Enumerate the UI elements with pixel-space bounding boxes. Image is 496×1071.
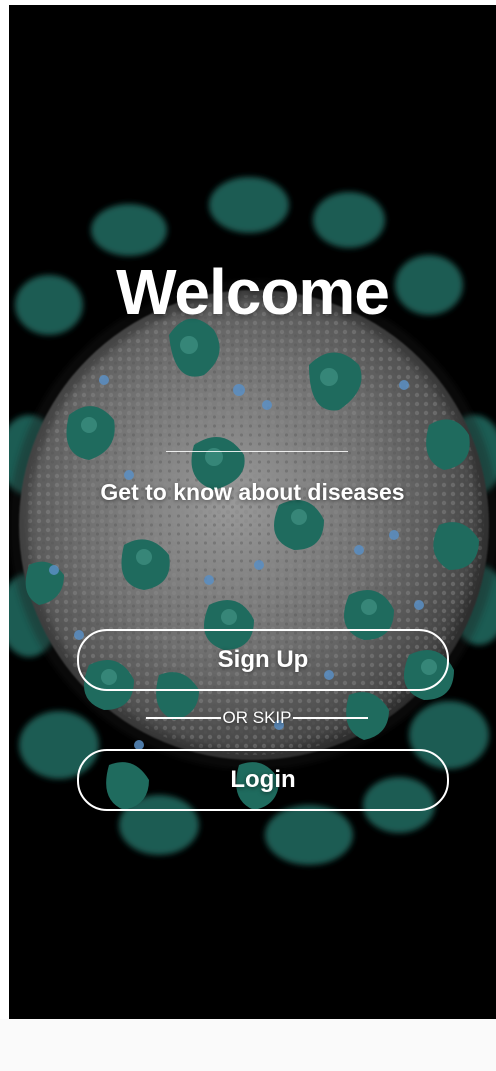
or-skip-divider: OR SKIP (146, 707, 368, 729)
welcome-title: Welcome (116, 256, 390, 328)
sign-up-button[interactable]: Sign Up (77, 629, 449, 691)
login-button[interactable]: Login (77, 749, 449, 811)
or-skip-left-line (146, 717, 221, 719)
title-divider (166, 451, 348, 452)
or-skip-right-line (293, 717, 368, 719)
welcome-subtitle: Get to know about diseases (100, 479, 405, 505)
bottom-navigation-bar (0, 1019, 496, 1071)
or-skip-text: OR SKIP (222, 708, 292, 727)
coronavirus-background-image (9, 177, 496, 865)
login-label: Login (230, 766, 296, 793)
app-screen: Welcome Get to know about diseases Sign … (9, 5, 496, 1019)
sign-up-label: Sign Up (217, 646, 309, 673)
